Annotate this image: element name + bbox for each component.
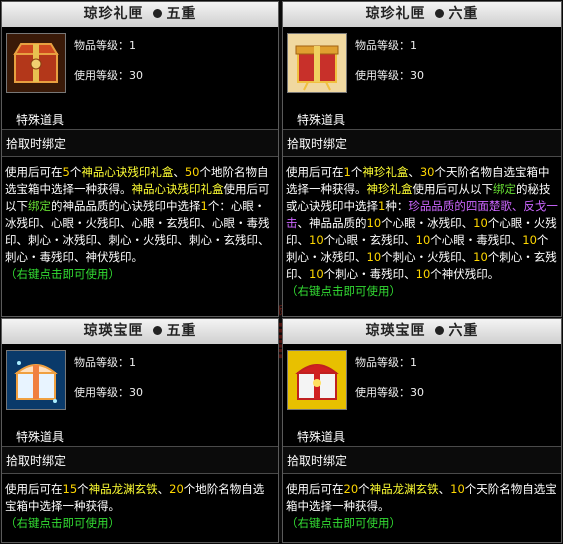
item-description: 使用后可在5个神品心诀残印礼盒、50个地阶名物自选宝箱中选择一种获得。神品心诀残… bbox=[5, 165, 270, 281]
item-title: 琼瑛宝匣 五重 bbox=[2, 319, 278, 344]
item-name: 琼瑛宝匣 bbox=[365, 323, 426, 339]
item-name: 琼瑛宝匣 bbox=[83, 323, 144, 339]
item-type: 特殊道具 bbox=[16, 430, 65, 444]
item-tooltip-card: 琼瑛宝匣 六重 物品等级：1 使用等级：30 特殊道具 拾取时绑定 使用后可在2… bbox=[282, 318, 562, 543]
usage-hint: （右键点击即可使用） bbox=[286, 516, 401, 530]
item-info: 物品等级：1 使用等级：30 特殊道具 bbox=[2, 27, 278, 129]
item-name: 琼珍礼匣 bbox=[365, 6, 426, 22]
item-level: 物品等级：1 bbox=[74, 39, 136, 52]
item-info: 物品等级：1 使用等级：30 特殊道具 bbox=[2, 344, 278, 446]
bullet-icon bbox=[435, 9, 445, 18]
bullet-icon bbox=[153, 326, 163, 335]
item-type: 特殊道具 bbox=[16, 113, 65, 127]
red-gift-chest-icon[interactable] bbox=[6, 33, 66, 93]
item-tooltip-card: 琼瑛宝匣 五重 物品等级：1 使用等级：30 特殊道具 拾取时绑定 使用后可在1… bbox=[1, 318, 279, 543]
item-tier: 六重 bbox=[448, 323, 479, 339]
bullet-icon bbox=[435, 326, 445, 335]
red-treasure-chest-icon[interactable] bbox=[287, 350, 347, 410]
use-level: 使用等级：30 bbox=[355, 386, 424, 399]
usage-hint: （右键点击即可使用） bbox=[5, 267, 120, 281]
item-level: 物品等级：1 bbox=[74, 356, 136, 369]
usage-hint: （右键点击即可使用） bbox=[286, 284, 401, 298]
item-tier: 六重 bbox=[448, 6, 479, 22]
bind-status: 拾取时绑定 bbox=[2, 129, 278, 157]
usage-hint: （右键点击即可使用） bbox=[5, 516, 120, 530]
item-title: 琼瑛宝匣 六重 bbox=[283, 319, 561, 344]
item-tier: 五重 bbox=[166, 6, 197, 22]
item-title: 琼珍礼匣 六重 bbox=[283, 2, 561, 27]
item-description: 使用后可在1个神珍礼盒、30个天阶名物自选宝箱中选择一种获得。神珍礼盒使用后可从… bbox=[286, 165, 558, 298]
item-tooltip-card: 琼珍礼匣 五重 物品等级：1 使用等级：30 特殊道具 拾取时绑定 使用后可在5… bbox=[1, 1, 279, 317]
use-level: 使用等级：30 bbox=[74, 386, 143, 399]
gold-gift-box-icon[interactable] bbox=[287, 33, 347, 93]
bind-status: 拾取时绑定 bbox=[283, 129, 561, 157]
bullet-icon bbox=[153, 9, 163, 18]
item-info: 物品等级：1 使用等级：30 特殊道具 bbox=[283, 344, 561, 446]
bind-status: 拾取时绑定 bbox=[2, 446, 278, 474]
item-name: 琼珍礼匣 bbox=[83, 6, 144, 22]
item-info: 物品等级：1 使用等级：30 特殊道具 bbox=[283, 27, 561, 129]
item-type: 特殊道具 bbox=[297, 430, 346, 444]
item-description: 使用后可在15个神品龙渊玄铁、20个地阶名物自选宝箱中选择一种获得。 （右键点击… bbox=[5, 482, 265, 530]
item-title: 琼珍礼匣 五重 bbox=[2, 2, 278, 27]
item-level: 物品等级：1 bbox=[355, 356, 417, 369]
use-level: 使用等级：30 bbox=[355, 69, 424, 82]
item-type: 特殊道具 bbox=[297, 113, 346, 127]
crystal-chest-icon[interactable] bbox=[6, 350, 66, 410]
item-description: 使用后可在20个神品龙渊玄铁、10个天阶名物自选宝箱中选择一种获得。 （右键点击… bbox=[286, 482, 557, 530]
use-level: 使用等级：30 bbox=[74, 69, 143, 82]
item-tier: 五重 bbox=[166, 323, 197, 339]
item-tooltip-card: 琼珍礼匣 六重 物品等级：1 使用等级：30 特殊道具 拾取时绑定 使用后可在1… bbox=[282, 1, 562, 317]
bind-status: 拾取时绑定 bbox=[283, 446, 561, 474]
item-level: 物品等级：1 bbox=[355, 39, 417, 52]
